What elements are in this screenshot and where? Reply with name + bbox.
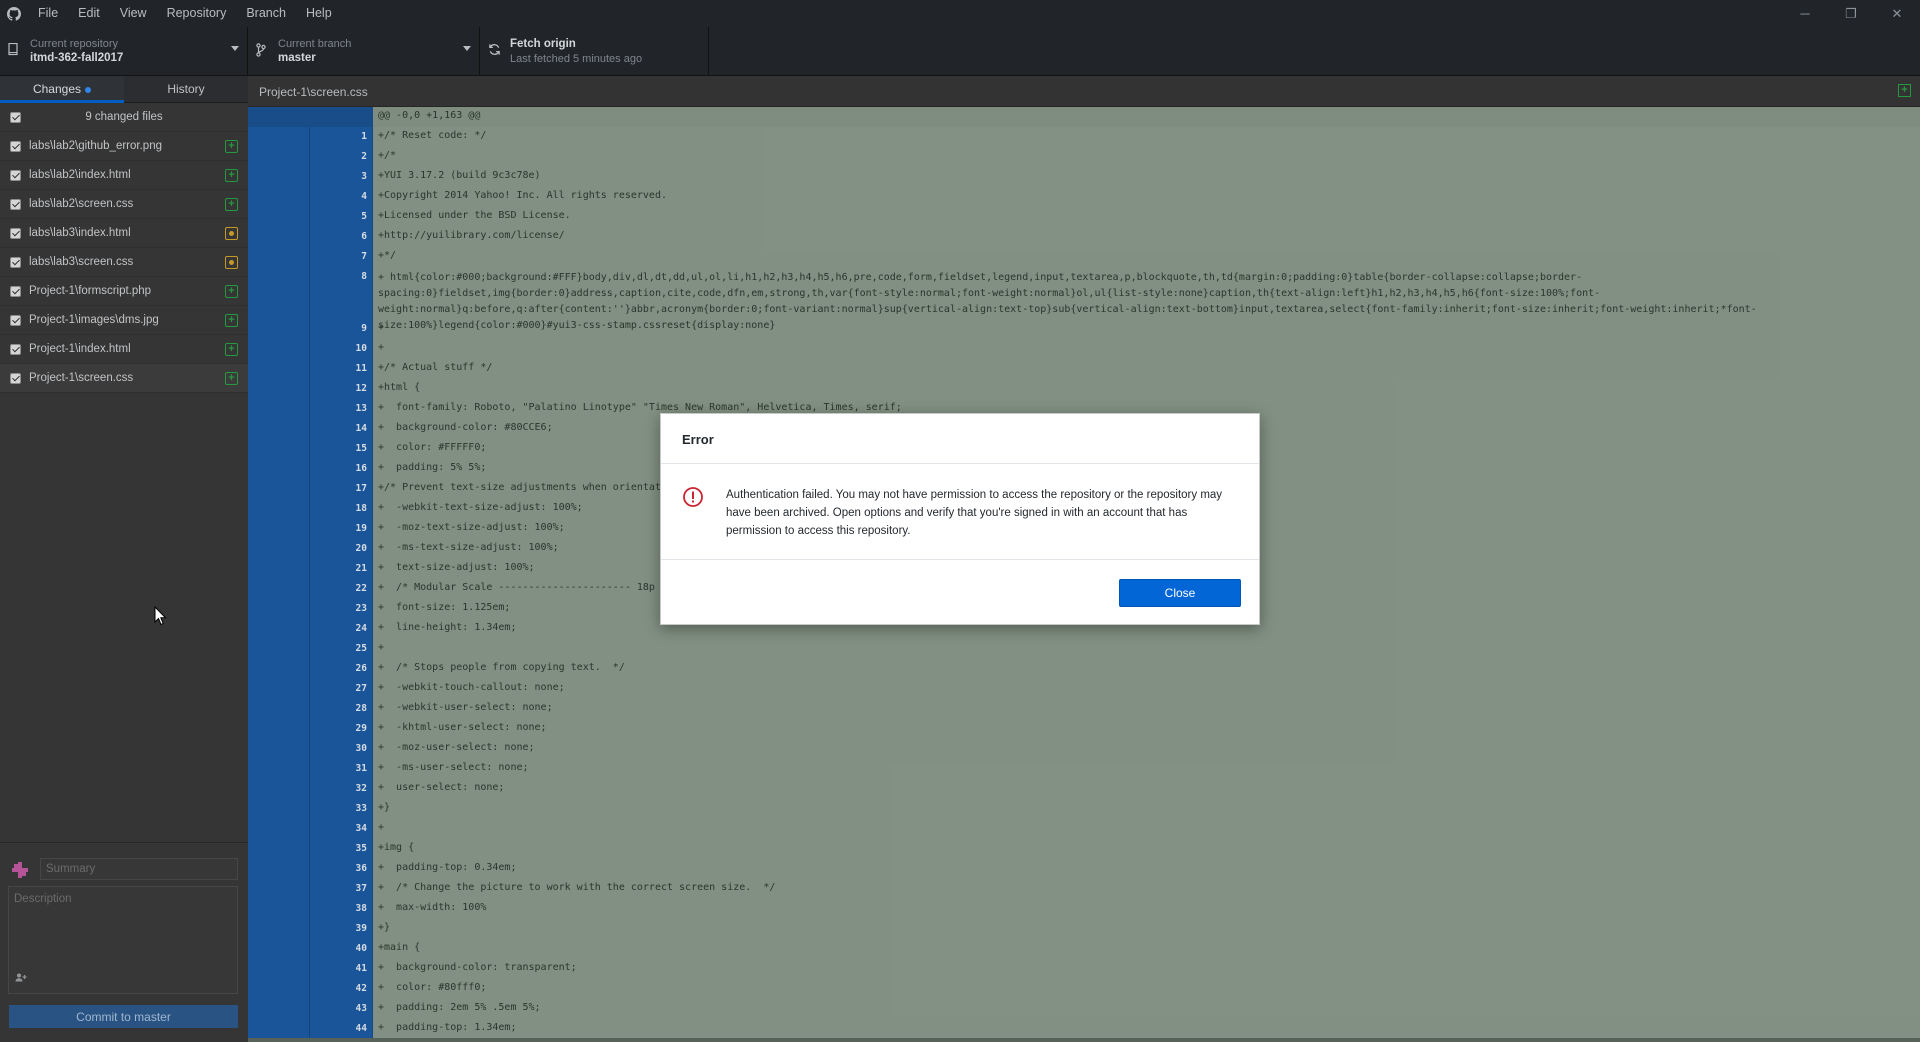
error-dialog: Error Authentication failed. You may not…	[660, 413, 1260, 625]
dialog-title: Error	[682, 432, 714, 447]
error-icon	[682, 486, 704, 508]
dialog-divider	[661, 559, 1259, 560]
close-button[interactable]: Close	[1119, 579, 1241, 607]
dialog-divider	[661, 463, 1259, 464]
mouse-cursor-icon	[154, 606, 167, 626]
dialog-message: Authentication failed. You may not have …	[726, 489, 1223, 537]
